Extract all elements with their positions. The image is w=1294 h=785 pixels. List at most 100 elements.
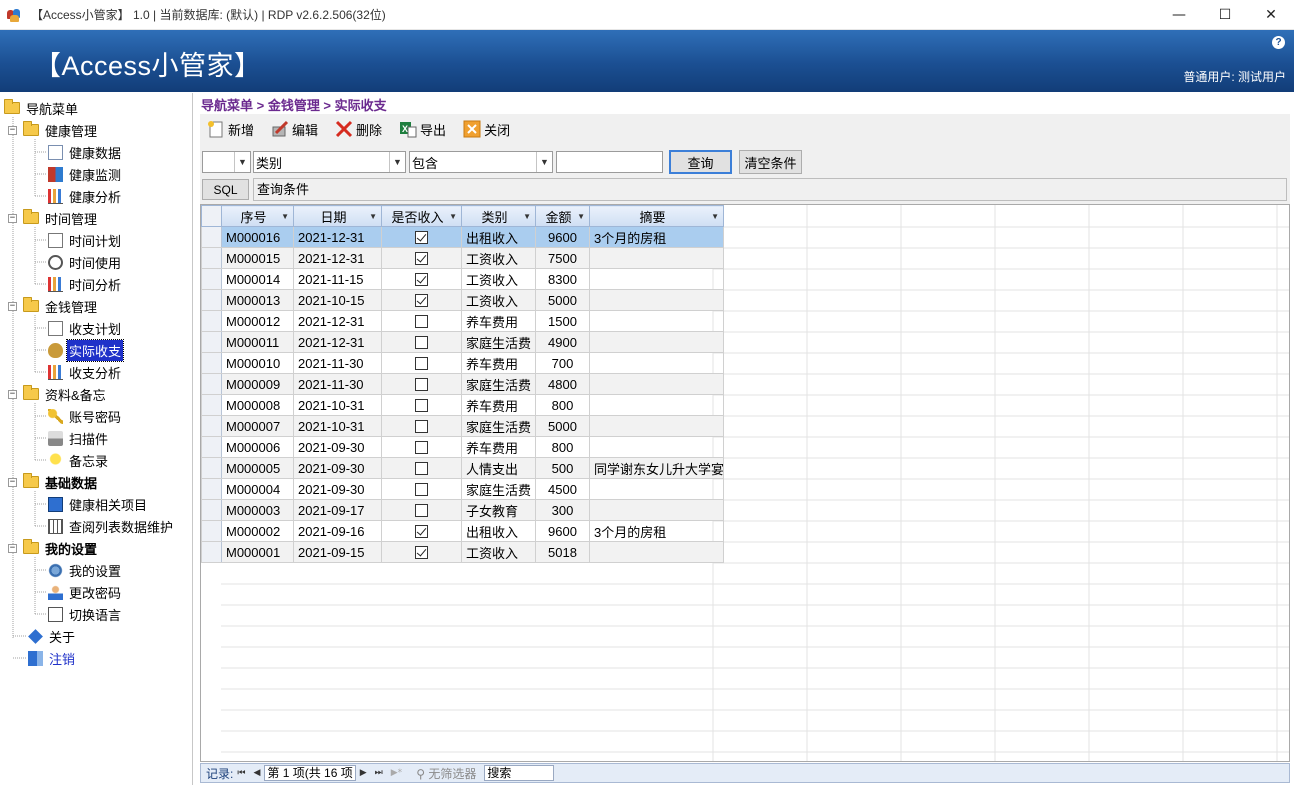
row-selector[interactable] — [201, 478, 222, 500]
search-input[interactable]: 搜索 — [484, 765, 555, 781]
cell-id[interactable]: M000006 — [221, 436, 294, 458]
cell-date[interactable]: 2021-09-16 — [293, 520, 382, 542]
cell-id[interactable]: M000015 — [221, 247, 294, 269]
chevron-down-icon[interactable]: ▼ — [536, 152, 552, 172]
delete-button[interactable]: 删除 — [334, 116, 382, 142]
cell-note[interactable] — [589, 373, 725, 395]
cell-id[interactable]: M000002 — [221, 520, 294, 542]
cell-note[interactable]: 同学谢东女儿升大学宴 — [589, 457, 725, 479]
tree-group-health[interactable]: − 健康管理 — [8, 119, 99, 141]
cell-note[interactable] — [589, 394, 725, 416]
tree-group-time[interactable]: − 时间管理 — [8, 207, 99, 229]
cell-date[interactable]: 2021-09-30 — [293, 457, 382, 479]
chevron-down-icon[interactable]: ▼ — [389, 152, 405, 172]
maximize-button[interactable]: ☐ — [1202, 0, 1248, 30]
cell-amount[interactable]: 4500 — [535, 478, 591, 500]
cell-category[interactable]: 工资收入 — [460, 289, 537, 311]
tree-item-change-password[interactable]: 更改密码 — [48, 581, 123, 603]
cell-note[interactable] — [589, 499, 725, 521]
cell-note[interactable]: 3个月的房租 — [589, 520, 725, 542]
row-selector[interactable] — [201, 415, 222, 437]
cell-id[interactable]: M000016 — [221, 226, 294, 248]
cell-id[interactable]: M000013 — [221, 289, 294, 311]
tree-item-health-analysis[interactable]: 健康分析 — [48, 185, 123, 207]
cell-is-income[interactable] — [381, 331, 462, 353]
cell-id[interactable]: M000010 — [221, 352, 294, 374]
cell-category[interactable]: 出租收入 — [460, 520, 537, 542]
income-checkbox[interactable] — [415, 272, 428, 286]
clear-conditions-button[interactable]: 清空条件 — [739, 150, 802, 174]
filter-value-input[interactable] — [556, 151, 663, 173]
cell-category[interactable]: 家庭生活费 — [460, 331, 537, 353]
cell-is-income[interactable] — [381, 289, 462, 311]
operator-select[interactable]: 包含 ▼ — [409, 151, 553, 173]
row-selector[interactable] — [201, 457, 222, 479]
tree-group-notes[interactable]: − 资料&备忘 — [8, 383, 108, 405]
cell-amount[interactable]: 5018 — [535, 541, 591, 563]
cell-category[interactable]: 家庭生活费 — [460, 415, 537, 437]
income-checkbox[interactable] — [415, 293, 428, 307]
income-checkbox[interactable] — [415, 335, 428, 349]
table-row[interactable]: M000004 2021-09-30 家庭生活费 4500 — [201, 478, 725, 500]
cell-amount[interactable]: 5000 — [535, 415, 591, 437]
table-row[interactable]: M000002 2021-09-16 出租收入 9600 3个月的房租 — [201, 520, 725, 542]
table-row[interactable]: M000006 2021-09-30 养车费用 800 — [201, 436, 725, 458]
cell-note[interactable] — [589, 247, 725, 269]
cell-id[interactable]: M000004 — [221, 478, 294, 500]
cell-category[interactable]: 子女教育 — [460, 499, 537, 521]
table-row[interactable]: M000012 2021-12-31 养车费用 1500 — [201, 310, 725, 332]
income-checkbox[interactable] — [415, 482, 428, 496]
row-selector[interactable] — [201, 268, 222, 290]
cell-id[interactable]: M000014 — [221, 268, 294, 290]
table-row[interactable]: M000013 2021-10-15 工资收入 5000 — [201, 289, 725, 311]
cell-amount[interactable]: 7500 — [535, 247, 591, 269]
cell-id[interactable]: M000007 — [221, 415, 294, 437]
column-header-is-income[interactable]: 是否收入 ▼ — [381, 205, 462, 227]
cell-is-income[interactable] — [381, 373, 462, 395]
cell-date[interactable]: 2021-09-15 — [293, 541, 382, 563]
cell-is-income[interactable] — [381, 436, 462, 458]
cell-id[interactable]: M000009 — [221, 373, 294, 395]
table-row[interactable]: M000015 2021-12-31 工资收入 7500 — [201, 247, 725, 269]
chevron-down-icon[interactable]: ▼ — [234, 152, 250, 172]
cell-note[interactable] — [589, 331, 725, 353]
query-button[interactable]: 查询 — [669, 150, 732, 174]
record-position-field[interactable]: 第 1 项(共 16 项 — [264, 765, 356, 781]
cell-category[interactable]: 工资收入 — [460, 268, 537, 290]
tree-item-my-settings[interactable]: 我的设置 — [48, 559, 123, 581]
table-row[interactable]: M000005 2021-09-30 人情支出 500 同学谢东女儿升大学宴 — [201, 457, 725, 479]
cell-date[interactable]: 2021-09-30 — [293, 478, 382, 500]
column-header-id[interactable]: 序号 ▼ — [221, 205, 294, 227]
cell-note[interactable] — [589, 268, 725, 290]
income-checkbox[interactable] — [415, 230, 428, 244]
cell-id[interactable]: M000001 — [221, 541, 294, 563]
column-header-date[interactable]: 日期 ▼ — [293, 205, 382, 227]
tree-item-budget-analysis[interactable]: 收支分析 — [48, 361, 123, 383]
cell-amount[interactable]: 300 — [535, 499, 591, 521]
tree-group-base-data[interactable]: − 基础数据 — [8, 471, 99, 493]
income-checkbox[interactable] — [415, 545, 428, 559]
income-checkbox[interactable] — [415, 461, 428, 475]
tree-item-health-monitor[interactable]: 健康监测 — [48, 163, 123, 185]
cell-is-income[interactable] — [381, 415, 462, 437]
cell-is-income[interactable] — [381, 352, 462, 374]
cell-category[interactable]: 养车费用 — [460, 394, 537, 416]
cell-amount[interactable]: 800 — [535, 436, 591, 458]
collapse-icon[interactable]: − — [8, 477, 17, 487]
income-checkbox[interactable] — [415, 419, 428, 433]
cell-note[interactable]: 3个月的房租 — [589, 226, 725, 248]
table-row[interactable]: M000014 2021-11-15 工资收入 8300 — [201, 268, 725, 290]
cell-is-income[interactable] — [381, 478, 462, 500]
cell-id[interactable]: M000005 — [221, 457, 294, 479]
select-all-corner[interactable] — [201, 205, 222, 227]
row-selector[interactable] — [201, 541, 222, 563]
cell-category[interactable]: 家庭生活费 — [460, 478, 537, 500]
cell-amount[interactable]: 4800 — [535, 373, 591, 395]
cell-date[interactable]: 2021-09-30 — [293, 436, 382, 458]
cell-is-income[interactable] — [381, 520, 462, 542]
collapse-icon[interactable]: − — [8, 543, 17, 553]
cell-category[interactable]: 出租收入 — [460, 226, 537, 248]
row-selector[interactable] — [201, 499, 222, 521]
tree-item-scans[interactable]: 扫描件 — [48, 427, 110, 449]
income-checkbox[interactable] — [415, 314, 428, 328]
